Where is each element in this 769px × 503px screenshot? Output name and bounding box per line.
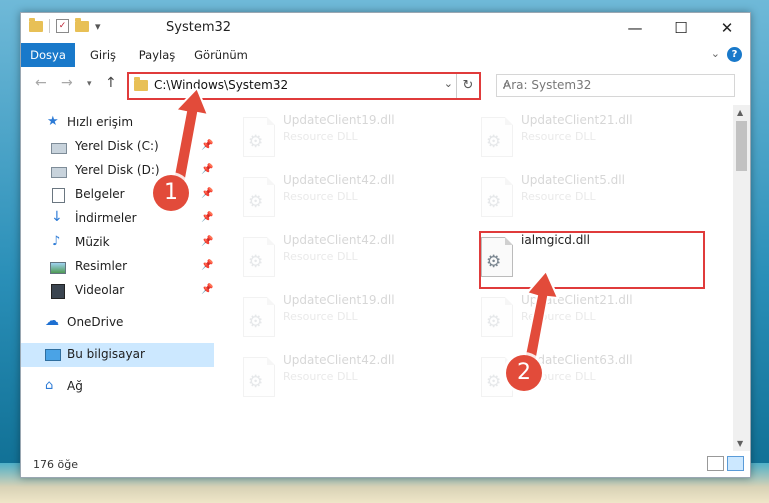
arrow-1	[170, 86, 210, 191]
callout-2: 2	[506, 355, 542, 391]
annotation-arrows	[170, 86, 560, 375]
callout-1: 1	[153, 175, 189, 211]
